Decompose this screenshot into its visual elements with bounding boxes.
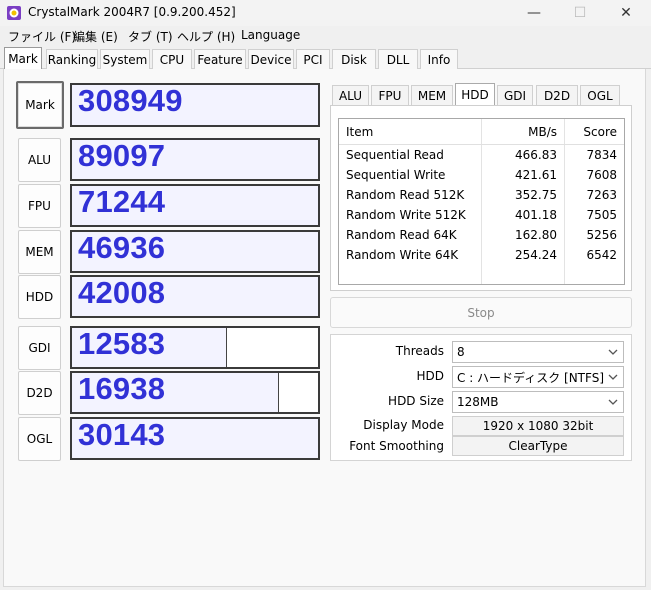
- column-header-item[interactable]: Item: [339, 119, 481, 145]
- subtab-gdi[interactable]: GDI: [497, 85, 533, 105]
- table-row-mbs: 421.61: [515, 168, 557, 182]
- table-row-mbs: 401.18: [515, 208, 557, 222]
- menu-file[interactable]: ファイル (F): [8, 28, 76, 45]
- ogl-score-box: 30143: [70, 417, 320, 460]
- table-row-score: 7505: [586, 208, 617, 222]
- tab-ranking[interactable]: Ranking: [46, 49, 98, 69]
- crystalmark-app-icon: [7, 6, 21, 20]
- font-smoothing-label: Font Smoothing: [349, 439, 444, 453]
- menu-language[interactable]: Language: [241, 28, 300, 42]
- subtab-alu[interactable]: ALU: [332, 85, 369, 105]
- tab-info[interactable]: Info: [420, 49, 458, 69]
- menu-tab[interactable]: タブ (T): [128, 28, 173, 45]
- subtab-fpu[interactable]: FPU: [371, 85, 409, 105]
- alu-score-value: 89097: [78, 138, 166, 173]
- subtab-mem[interactable]: MEM: [411, 85, 453, 105]
- chevron-down-icon: [608, 349, 618, 355]
- maximize-button[interactable]: ☐: [557, 0, 603, 26]
- ogl-score-value: 30143: [78, 417, 166, 452]
- table-row-mbs: 466.83: [515, 148, 557, 162]
- alu-button[interactable]: ALU: [18, 138, 61, 182]
- hdd-size-select[interactable]: 128MB: [452, 391, 624, 413]
- column-header-score[interactable]: Score: [564, 119, 624, 145]
- subtab-d2d[interactable]: D2D: [536, 85, 578, 105]
- hdd-size-select-value: 128MB: [457, 395, 499, 409]
- hdd-size-label: HDD Size: [388, 394, 444, 408]
- table-row-score: 5256: [586, 228, 617, 242]
- table-row-mbs: 352.75: [515, 188, 557, 202]
- tab-feature[interactable]: Feature: [194, 49, 246, 69]
- table-row-item: Sequential Read: [346, 148, 444, 162]
- tab-system[interactable]: System: [100, 49, 150, 69]
- minimize-icon: —: [527, 5, 541, 21]
- hdd-select[interactable]: C : ハードディスク [NTFS]: [452, 366, 624, 388]
- d2d-button[interactable]: D2D: [18, 371, 61, 415]
- display-mode-value[interactable]: 1920 x 1080 32bit: [452, 416, 624, 436]
- font-smoothing-value[interactable]: ClearType: [452, 436, 624, 456]
- maximize-icon: ☐: [573, 5, 587, 21]
- chevron-down-icon: [608, 399, 618, 405]
- tab-dll[interactable]: DLL: [378, 49, 418, 69]
- tab-mark[interactable]: Mark: [4, 47, 42, 69]
- title-bar: CrystalMark 2004R7 [0.9.200.452] — ☐ ✕: [0, 0, 651, 26]
- tab-device[interactable]: Device: [248, 49, 294, 69]
- mark-button[interactable]: Mark: [16, 81, 64, 129]
- hdd-label: HDD: [416, 369, 444, 383]
- gdi-button[interactable]: GDI: [18, 326, 61, 370]
- table-row-score: 6542: [586, 248, 617, 262]
- mem-score-box: 46936: [70, 230, 320, 273]
- fpu-score-box: 71244: [70, 184, 320, 227]
- gdi-score-value: 12583: [78, 326, 166, 361]
- hdd-result-table: Item MB/s Score Sequential Read 466.83 7…: [338, 118, 625, 285]
- table-row-item: Sequential Write: [346, 168, 446, 182]
- mem-button[interactable]: MEM: [18, 230, 61, 274]
- hdd-button[interactable]: HDD: [18, 275, 61, 319]
- tab-pci[interactable]: PCI: [296, 49, 330, 69]
- fpu-score-value: 71244: [78, 184, 166, 219]
- display-mode-label: Display Mode: [363, 418, 444, 432]
- chevron-down-icon: [608, 374, 618, 380]
- close-button[interactable]: ✕: [603, 0, 649, 26]
- menu-bar: ファイル (F) 編集 (E) タブ (T) ヘルプ (H) Language: [0, 26, 651, 46]
- settings-panel: Threads 8 HDD C : ハードディスク [NTFS] HDD Siz…: [330, 334, 632, 461]
- ogl-button[interactable]: OGL: [18, 417, 61, 461]
- tab-disk[interactable]: Disk: [332, 49, 376, 69]
- table-row-score: 7263: [586, 188, 617, 202]
- table-row-score: 7834: [586, 148, 617, 162]
- tab-cpu[interactable]: CPU: [152, 49, 192, 69]
- menu-help[interactable]: ヘルプ (H): [177, 28, 235, 45]
- fpu-button[interactable]: FPU: [18, 184, 61, 228]
- table-row-mbs: 254.24: [515, 248, 557, 262]
- stop-button[interactable]: Stop: [330, 297, 632, 328]
- hdd-score-box: 42008: [70, 275, 320, 318]
- window-title: CrystalMark 2004R7 [0.9.200.452]: [28, 5, 236, 19]
- hdd-result-panel: Item MB/s Score Sequential Read 466.83 7…: [330, 105, 632, 291]
- column-header-mbs[interactable]: MB/s: [481, 119, 564, 145]
- main-tab-strip: Mark Ranking System CPU Feature Device P…: [0, 46, 651, 69]
- threads-select-value: 8: [457, 345, 465, 359]
- table-row-mbs: 162.80: [515, 228, 557, 242]
- gdi-score-box: 12583: [70, 326, 320, 369]
- mark-score-box: 308949: [70, 83, 320, 127]
- menu-edit[interactable]: 編集 (E): [73, 28, 118, 45]
- minimize-button[interactable]: —: [511, 0, 557, 26]
- subtab-ogl[interactable]: OGL: [580, 85, 620, 105]
- hdd-score-value: 42008: [78, 275, 166, 310]
- d2d-score-value: 16938: [78, 371, 166, 406]
- table-row-item: Random Write 64K: [346, 248, 459, 262]
- threads-label: Threads: [395, 344, 444, 358]
- table-row-item: Random Read 512K: [346, 188, 465, 202]
- mark-score-value: 308949: [78, 83, 183, 118]
- threads-select[interactable]: 8: [452, 341, 624, 363]
- mem-score-value: 46936: [78, 230, 166, 265]
- table-row-item: Random Write 512K: [346, 208, 466, 222]
- d2d-score-box: 16938: [70, 371, 320, 414]
- alu-score-box: 89097: [70, 138, 320, 181]
- subtab-hdd[interactable]: HDD: [455, 83, 495, 105]
- hdd-select-value: C : ハードディスク [NTFS]: [457, 370, 605, 385]
- table-row-item: Random Read 64K: [346, 228, 457, 242]
- table-row-score: 7608: [586, 168, 617, 182]
- close-icon: ✕: [620, 5, 632, 21]
